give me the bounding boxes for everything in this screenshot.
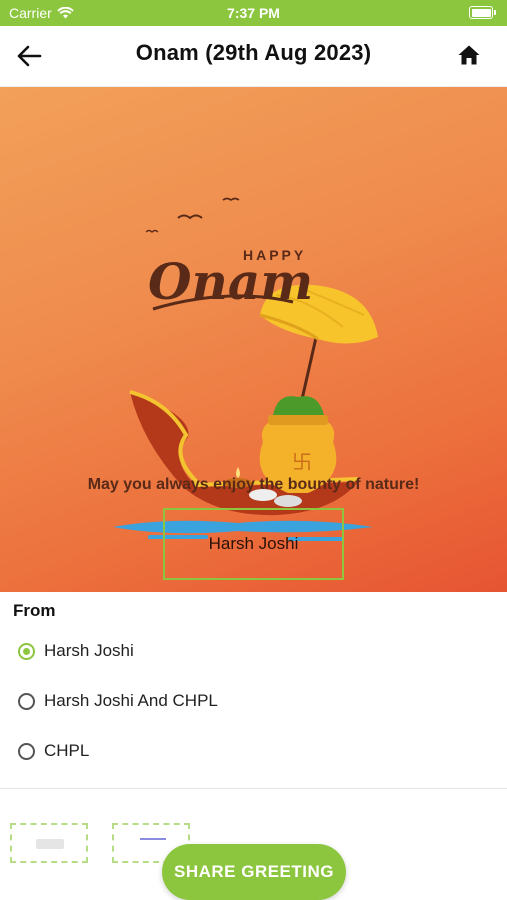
- from-label: From: [13, 601, 56, 620]
- option-label: Harsh Joshi: [44, 641, 134, 660]
- navigation-bar: Onam (29th Aug 2023): [0, 26, 507, 87]
- from-option-harsh-joshi[interactable]: Harsh Joshi: [18, 638, 134, 664]
- share-greeting-button[interactable]: SHARE GREETING: [162, 844, 346, 900]
- thumbnail-placeholder-icon: [36, 839, 64, 849]
- sender-name-box[interactable]: Harsh Joshi: [163, 508, 344, 580]
- svg-text:卐: 卐: [292, 450, 312, 474]
- home-icon[interactable]: [457, 43, 481, 67]
- onam-boat-illustration: HAPPY Onam 卐: [113, 197, 378, 541]
- from-option-chpl[interactable]: CHPL: [18, 738, 89, 764]
- from-option-harsh-joshi-and-chpl[interactable]: Harsh Joshi And CHPL: [18, 688, 218, 714]
- radio-unselected-icon[interactable]: [18, 692, 35, 710]
- radio-selected-icon[interactable]: [18, 642, 35, 660]
- status-bar: Carrier 7:37 PM: [0, 0, 507, 26]
- share-greeting-label: SHARE GREETING: [173, 862, 335, 881]
- template-thumbnail[interactable]: [10, 823, 88, 863]
- sender-name: Harsh Joshi: [208, 534, 299, 553]
- greeting-message: May you always enjoy the bounty of natur…: [87, 476, 420, 493]
- greeting-card: HAPPY Onam 卐 May you always enjoy the bo…: [0, 87, 507, 592]
- radio-unselected-icon[interactable]: [18, 742, 35, 760]
- crop-icon: [140, 838, 166, 852]
- section-divider: [0, 788, 507, 789]
- battery-icon: [469, 6, 496, 19]
- option-label: CHPL: [44, 741, 90, 760]
- option-label: Harsh Joshi And CHPL: [44, 691, 218, 710]
- status-time: 7:37 PM: [227, 5, 280, 21]
- page-title: Onam (29th Aug 2023): [135, 40, 372, 65]
